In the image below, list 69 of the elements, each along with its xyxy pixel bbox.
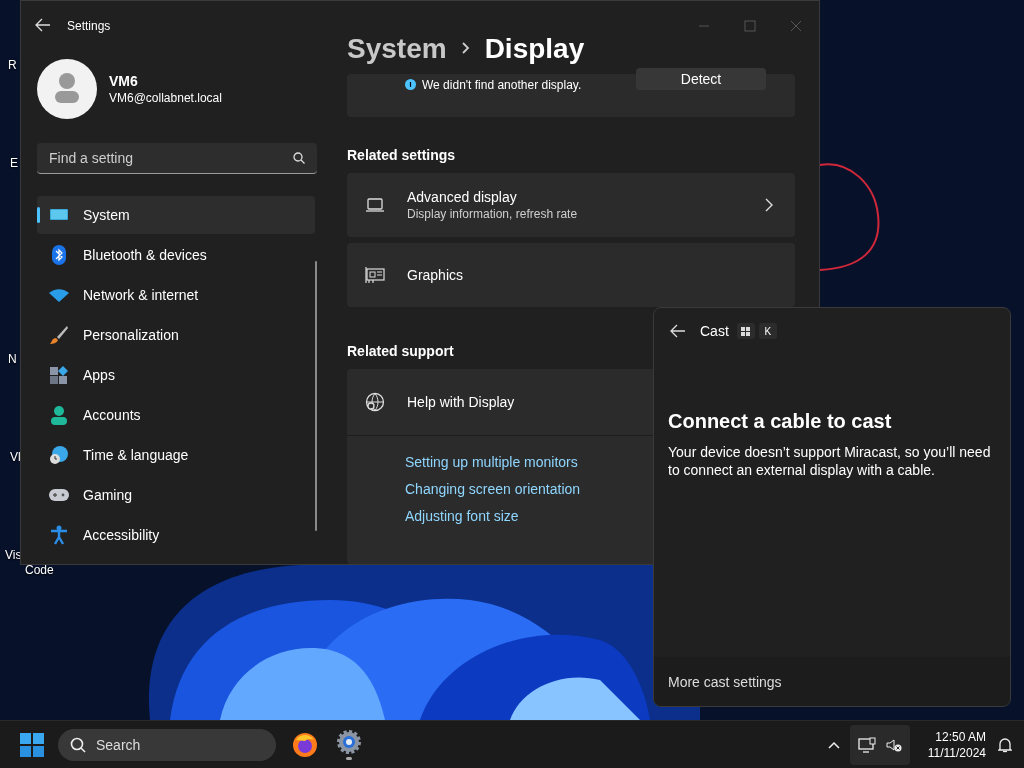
window-title: Settings — [67, 19, 111, 33]
user-email: VM6@collabnet.local — [109, 91, 222, 105]
section-heading: Related support — [347, 343, 455, 360]
nav-item[interactable]: Time & language — [37, 436, 315, 474]
settings-row[interactable]: Advanced display Display information, refresh rate — [347, 172, 795, 237]
help-title: Help with Display — [407, 394, 515, 411]
nav-item[interactable]: Bluetooth & devices — [37, 236, 315, 274]
running-indicator — [346, 757, 352, 760]
start-icon[interactable] — [20, 732, 44, 757]
nav-item[interactable]: Apps — [37, 356, 315, 394]
row-title: Advanced display — [407, 188, 518, 205]
keyboard-key: K — [758, 323, 777, 339]
settings-link[interactable]: More cast settings — [668, 673, 782, 690]
flyout-heading: Connect a cable to cast — [668, 410, 893, 433]
clock-date[interactable]: 11/11/2024 — [927, 744, 986, 761]
browser-icon[interactable] — [292, 731, 318, 758]
bluetooth-icon — [51, 245, 67, 265]
row-title: Graphics — [407, 267, 464, 284]
back-arrow-icon[interactable] — [670, 324, 686, 338]
help-link[interactable]: Changing screen orientation — [405, 481, 581, 498]
nav-item[interactable]: Accessibility — [37, 516, 315, 554]
avatar-icon — [37, 59, 97, 119]
flyout-message: Your device doesn’t support Miracast, so you’ll need to connect an external display with a cable. — [668, 443, 992, 479]
chevron-up-icon[interactable] — [827, 740, 840, 749]
gear-icon[interactable] — [336, 729, 362, 755]
desktop-icon-label[interactable]: R — [8, 58, 17, 72]
gamepad-icon — [48, 487, 70, 503]
scrollbar[interactable] — [315, 261, 317, 531]
person-icon — [50, 405, 68, 425]
wifi-icon — [48, 287, 70, 303]
nav-item[interactable]: Network & internet — [37, 276, 315, 314]
search-icon — [70, 736, 86, 753]
user-name: VM6 — [109, 73, 139, 89]
paintbrush-icon — [49, 325, 69, 345]
section-heading: Related settings — [347, 146, 457, 163]
desktop-icon-label[interactable]: N — [8, 352, 17, 366]
help-link[interactable]: Adjusting font size — [405, 508, 519, 525]
globe-search-icon — [365, 392, 385, 413]
apps-icon — [49, 365, 69, 385]
network-monitor-icon — [857, 736, 876, 753]
page-title: Display — [484, 33, 585, 66]
globe-clock-icon — [49, 445, 69, 465]
search-field[interactable]: Find a setting — [37, 143, 317, 174]
search-box[interactable]: Search — [58, 728, 276, 761]
desktop-icon-label[interactable]: E — [10, 156, 18, 170]
chevron-icon — [765, 197, 773, 212]
flyout-title: Cast — [700, 323, 729, 339]
search-icon — [293, 152, 305, 164]
desktop-icon-label[interactable]: Code — [25, 563, 54, 577]
tray-button[interactable] — [849, 724, 910, 765]
windows-key-icon — [736, 323, 755, 339]
speaker-muted-icon — [885, 737, 902, 752]
nav-item[interactable]: System — [37, 196, 315, 234]
nav-item[interactable]: Accounts — [37, 396, 315, 434]
monitor-icon — [49, 207, 69, 223]
clock-time[interactable]: 12:50 AM — [935, 728, 986, 745]
detect-button[interactable]: Detect — [636, 67, 766, 90]
settings-row[interactable]: Graphics — [347, 242, 795, 308]
desktop-icon-label[interactable]: Vl — [10, 450, 21, 464]
graphics-card-icon — [365, 266, 385, 285]
row-subtitle: Display information, refresh rate — [407, 206, 578, 221]
info-message: We didn't find another display. — [422, 76, 583, 93]
nav-item[interactable]: Personalization — [37, 316, 315, 354]
accessibility-icon — [50, 525, 68, 545]
nav-item[interactable]: Gaming — [37, 476, 315, 514]
breadcrumb-link[interactable]: System — [347, 33, 447, 66]
laptop-icon — [365, 197, 385, 212]
help-link[interactable]: Setting up multiple monitors — [405, 454, 578, 471]
bell-icon[interactable] — [998, 736, 1012, 753]
